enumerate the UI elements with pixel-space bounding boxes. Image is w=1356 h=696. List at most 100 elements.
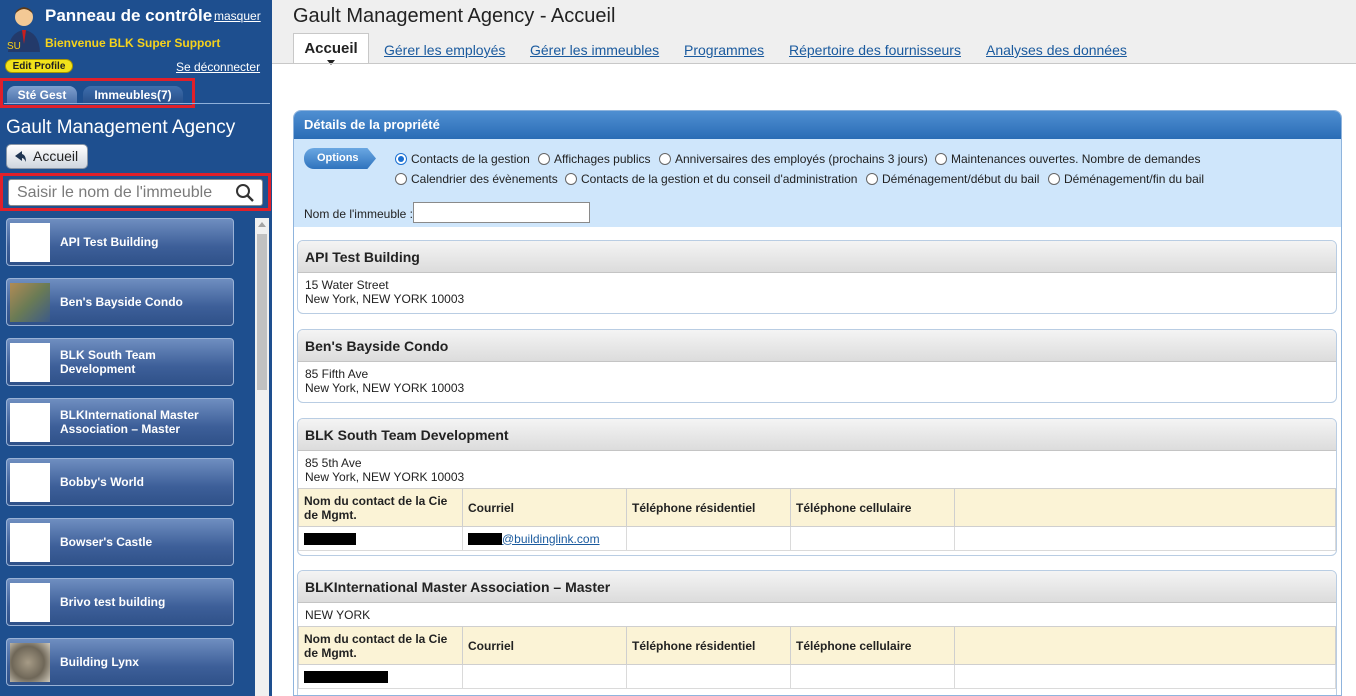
tab-management-company[interactable]: Sté Gest — [7, 86, 77, 104]
sidebar-divider — [4, 103, 270, 104]
building-name-input[interactable] — [413, 202, 590, 223]
address-line: New York, NEW YORK 10003 — [305, 470, 465, 484]
tab-buildings[interactable]: Immeubles(7) — [83, 86, 183, 104]
address-line: NEW YORK — [305, 608, 371, 622]
column-header — [954, 488, 1336, 527]
column-header: Courriel — [462, 488, 627, 527]
tab-programs[interactable]: Programmes — [684, 42, 764, 58]
radio-move-out[interactable]: Déménagement/fin du bail — [1048, 172, 1204, 186]
scroll-up-icon[interactable] — [258, 222, 266, 227]
radio-unchecked-icon — [935, 153, 947, 165]
building-list-item[interactable]: BLKInternational Master Association – Ma… — [6, 398, 234, 446]
radio-checked-icon — [395, 153, 407, 165]
contact-email-link[interactable]: @buildinglink.com — [502, 532, 600, 546]
property-address: 85 5th Ave New York, NEW YORK 10003 — [298, 451, 1336, 484]
options-bar: Options Contacts de la gestion Affichage… — [294, 139, 1341, 227]
column-header — [954, 626, 1336, 665]
radio-management-contacts[interactable]: Contacts de la gestion — [395, 152, 530, 166]
control-panel-title: Panneau de contrôle — [45, 6, 213, 25]
empty-cell — [954, 526, 1336, 551]
scrollbar-thumb[interactable] — [257, 234, 267, 390]
building-list-item-label: BLK South Team Development — [60, 348, 156, 376]
property-details-panel: Détails de la propriété Options Contacts… — [293, 110, 1342, 696]
contact-table-header: Nom du contact de la Cie de Mgmt. Courri… — [298, 626, 1336, 665]
address-line: 85 Fifth Ave — [305, 367, 369, 381]
radio-label: Déménagement/fin du bail — [1064, 172, 1205, 186]
tab-vendor-directory[interactable]: Répertoire des fournisseurs — [789, 42, 961, 58]
building-list-item-label: Building Lynx — [60, 655, 139, 669]
welcome-text: Bienvenue BLK Super Support — [45, 36, 221, 50]
column-header: Téléphone cellulaire — [790, 626, 955, 665]
address-line: 85 5th Ave — [305, 456, 362, 470]
home-button[interactable]: Accueil — [6, 144, 88, 169]
cell-phone-cell — [790, 664, 955, 689]
radio-board-contacts[interactable]: Contacts de la gestion et du conseil d'a… — [565, 172, 857, 186]
building-thumbnail — [10, 523, 50, 562]
building-list-scrollbar[interactable] — [255, 218, 269, 696]
tab-data-analytics[interactable]: Analyses des données — [986, 42, 1127, 58]
tab-manage-buildings[interactable]: Gérer les immeubles — [530, 42, 659, 58]
property-name: BLK South Team Development — [298, 419, 1336, 451]
building-list-item[interactable]: Bowser's Castle — [6, 518, 234, 566]
radio-label: Maintenances ouvertes. Nombre de demande… — [951, 152, 1201, 166]
contact-table: Nom du contact de la Cie de Mgmt. Courri… — [298, 626, 1336, 689]
building-list-item-label: Brivo test building — [60, 595, 166, 609]
building-list-item-label: Bowser's Castle — [60, 535, 153, 549]
tab-divider — [272, 63, 1356, 64]
building-thumbnail — [10, 223, 50, 262]
radio-unchecked-icon — [538, 153, 550, 165]
user-avatar-icon: SU — [7, 7, 40, 52]
column-header: Téléphone résidentiel — [626, 488, 791, 527]
tab-home[interactable]: Accueil — [293, 33, 369, 65]
radio-open-maintenance[interactable]: Maintenances ouvertes. Nombre de demande… — [935, 152, 1200, 166]
radio-events-calendar[interactable]: Calendrier des évènements — [395, 172, 558, 186]
building-thumbnail — [10, 283, 50, 322]
app-window: SU Panneau de contrôle masquer Bienvenue… — [0, 0, 1356, 696]
tab-manage-employees[interactable]: Gérer les employés — [384, 42, 505, 58]
building-thumbnail — [10, 643, 50, 682]
options-button[interactable]: Options — [304, 148, 376, 169]
radio-unchecked-icon — [659, 153, 671, 165]
top-bar: Gault Management Agency - Accueil Accuei… — [272, 0, 1356, 65]
tab-home-label: Accueil — [304, 40, 358, 57]
column-header: Nom du contact de la Cie de Mgmt. — [298, 626, 463, 665]
property-card: BLKInternational Master Association – Ma… — [297, 570, 1337, 695]
edit-profile-button[interactable]: Edit Profile — [5, 59, 73, 73]
building-list-item-label: API Test Building — [60, 235, 159, 249]
column-header: Téléphone résidentiel — [626, 626, 791, 665]
building-thumbnail — [10, 343, 50, 382]
building-list-item[interactable]: Bobby's World — [6, 458, 234, 506]
back-arrow-icon — [15, 151, 26, 162]
building-search — [0, 173, 271, 211]
table-row: @buildinglink.com — [298, 526, 1336, 551]
agency-name: Gault Management Agency — [6, 117, 236, 138]
radio-move-in[interactable]: Déménagement/début du bail — [866, 172, 1039, 186]
search-icon[interactable] — [235, 183, 255, 203]
building-search-input[interactable] — [8, 179, 263, 206]
property-address: 15 Water Street New York, NEW YORK 10003 — [298, 273, 1336, 306]
building-list-item[interactable]: BLK South Team Development — [6, 338, 234, 386]
radio-public-displays[interactable]: Affichages publics — [538, 152, 651, 166]
property-name: BLKInternational Master Association – Ma… — [298, 571, 1336, 603]
radio-label: Contacts de la gestion — [411, 152, 530, 166]
building-list-item[interactable]: Ben's Bayside Condo — [6, 278, 234, 326]
hide-sidebar-link[interactable]: masquer — [214, 9, 261, 23]
radio-label: Déménagement/début du bail — [882, 172, 1040, 186]
column-header: Nom du contact de la Cie de Mgmt. — [298, 488, 463, 527]
redacted-text — [304, 671, 388, 684]
column-header: Courriel — [462, 626, 627, 665]
page-title: Gault Management Agency - Accueil — [293, 5, 616, 27]
logout-link[interactable]: Se déconnecter — [176, 60, 260, 74]
contact-email-cell — [462, 664, 627, 689]
building-list-item[interactable]: Building Lynx — [6, 638, 234, 686]
building-list-item[interactable]: Brivo test building — [6, 578, 234, 626]
address-line: 15 Water Street — [305, 278, 389, 292]
radio-unchecked-icon — [1048, 173, 1060, 185]
radio-employee-birthdays[interactable]: Anniversaires des employés (prochains 3 … — [659, 152, 928, 166]
building-list: API Test Building Ben's Bayside Condo BL… — [0, 215, 272, 696]
contact-name-cell — [298, 526, 463, 551]
property-name: API Test Building — [298, 241, 1336, 273]
building-list-item[interactable]: API Test Building — [6, 218, 234, 266]
property-card: Ben's Bayside Condo 85 Fifth Ave New Yor… — [297, 329, 1337, 403]
radio-label: Contacts de la gestion et du conseil d'a… — [581, 172, 858, 186]
